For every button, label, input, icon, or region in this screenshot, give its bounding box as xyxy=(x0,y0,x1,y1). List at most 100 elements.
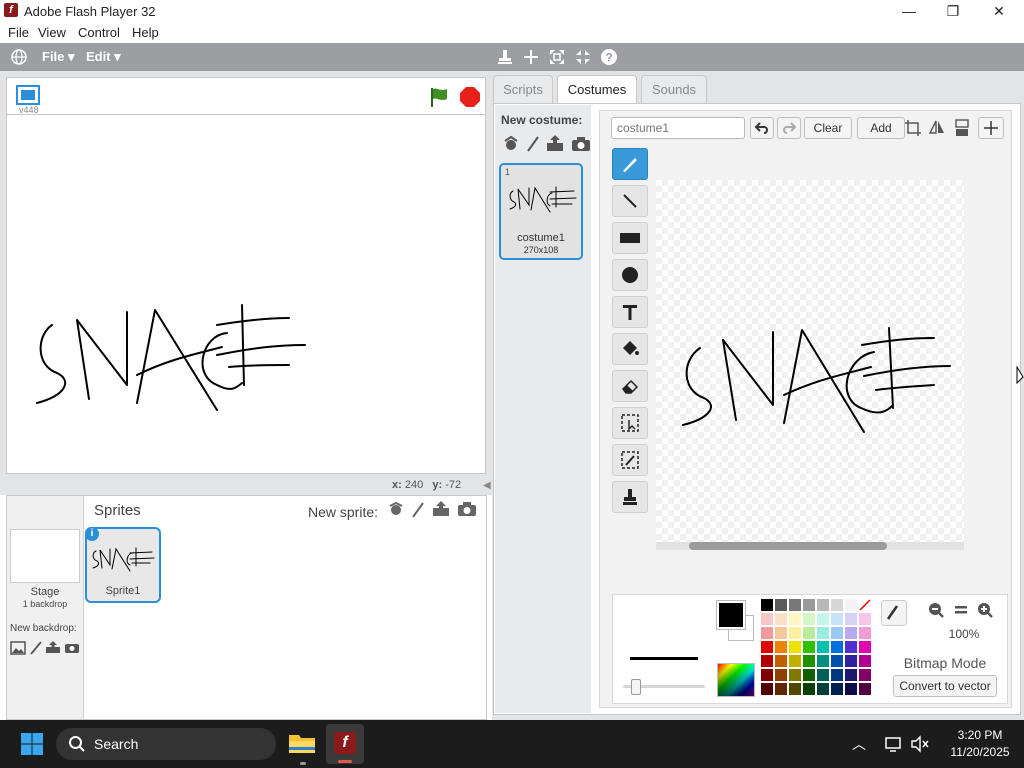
color-swatch[interactable] xyxy=(831,655,843,667)
color-swatch[interactable] xyxy=(831,613,843,625)
minimize-button[interactable]: — xyxy=(886,0,932,22)
color-swatch[interactable] xyxy=(803,683,815,695)
windows-start-icon[interactable] xyxy=(20,732,44,756)
eyedropper-button[interactable] xyxy=(881,600,907,626)
color-swatch[interactable] xyxy=(845,655,857,667)
color-swatch[interactable] xyxy=(803,599,815,611)
paint-backdrop-icon[interactable] xyxy=(29,641,43,655)
color-swatch[interactable] xyxy=(845,683,857,695)
sprite-info-icon[interactable]: i xyxy=(85,527,99,541)
color-swatch[interactable] xyxy=(775,599,787,611)
paint-new-sprite-icon[interactable] xyxy=(409,501,427,519)
color-swatch[interactable] xyxy=(775,669,787,681)
color-swatch[interactable] xyxy=(831,599,843,611)
flip-vertical-icon[interactable] xyxy=(952,119,972,137)
green-flag-icon[interactable] xyxy=(427,85,451,109)
color-swatch[interactable] xyxy=(775,627,787,639)
color-swatch[interactable] xyxy=(789,627,801,639)
color-picker-spectrum[interactable] xyxy=(717,663,755,697)
costume-item[interactable]: 1 costume1 270x108 xyxy=(499,163,583,260)
upload-costume-icon[interactable] xyxy=(545,134,565,152)
camera-sprite-icon[interactable] xyxy=(457,501,477,517)
clear-button[interactable]: Clear xyxy=(804,117,852,139)
taskbar-search-box[interactable]: Search xyxy=(56,728,276,760)
sprite-library-icon[interactable] xyxy=(387,501,405,519)
color-swatch[interactable] xyxy=(789,669,801,681)
color-swatch[interactable] xyxy=(817,627,829,639)
zoom-in-icon[interactable] xyxy=(976,601,994,619)
color-swatch[interactable] xyxy=(817,655,829,667)
color-swatch[interactable] xyxy=(761,613,773,625)
stamp-tool[interactable] xyxy=(612,481,648,513)
color-swatch[interactable] xyxy=(789,641,801,653)
flip-horizontal-icon[interactable] xyxy=(928,119,946,137)
color-swatch[interactable] xyxy=(817,613,829,625)
shrink-icon[interactable] xyxy=(574,48,592,66)
upload-sprite-icon[interactable] xyxy=(431,500,451,518)
menu-help[interactable]: Help xyxy=(132,25,159,40)
stop-sign-icon[interactable] xyxy=(459,86,481,108)
color-swatch[interactable] xyxy=(859,655,871,667)
color-swatch[interactable] xyxy=(845,613,857,625)
color-swatch[interactable] xyxy=(845,599,857,611)
rectangle-tool[interactable] xyxy=(612,222,648,254)
color-swatch[interactable] xyxy=(845,641,857,653)
scratch-file-menu[interactable]: File ▾ xyxy=(42,49,75,65)
zoom-out-icon[interactable] xyxy=(927,601,945,619)
convert-to-vector-button[interactable]: Convert to vector xyxy=(893,675,997,697)
crop-icon[interactable] xyxy=(904,119,922,137)
color-swatch[interactable] xyxy=(803,669,815,681)
eraser-tool[interactable] xyxy=(612,370,648,402)
paint-canvas[interactable] xyxy=(656,180,964,544)
add-button[interactable]: Add xyxy=(857,117,905,139)
set-center-button[interactable] xyxy=(978,117,1004,139)
color-swatch[interactable] xyxy=(817,641,829,653)
tab-costumes[interactable]: Costumes xyxy=(557,75,637,104)
color-swatch[interactable] xyxy=(831,627,843,639)
primary-color-swatch[interactable] xyxy=(716,600,746,630)
brush-tool[interactable] xyxy=(612,148,648,180)
cut-scissors-icon[interactable] xyxy=(522,48,540,66)
clock-date[interactable]: 11/20/2025 xyxy=(940,745,1020,759)
line-tool[interactable] xyxy=(612,185,648,217)
color-swatch[interactable] xyxy=(845,627,857,639)
help-question-icon[interactable]: ? xyxy=(600,48,618,66)
color-swatch[interactable] xyxy=(859,669,871,681)
canvas-scroll-thumb[interactable] xyxy=(689,542,887,550)
redo-button[interactable] xyxy=(777,117,801,139)
camera-backdrop-icon[interactable] xyxy=(64,641,80,654)
stage-thumbnail[interactable] xyxy=(10,529,80,583)
line-width-slider-thumb[interactable] xyxy=(631,679,641,695)
tab-scripts[interactable]: Scripts xyxy=(493,75,553,103)
flash-taskbar-button[interactable]: f xyxy=(326,724,364,764)
duplicate-stamp-icon[interactable] xyxy=(496,48,514,66)
color-swatch[interactable] xyxy=(831,669,843,681)
color-swatch[interactable] xyxy=(775,613,787,625)
ellipse-tool[interactable] xyxy=(612,259,648,291)
show-hidden-icons-chevron-icon[interactable]: ︿ xyxy=(852,734,866,754)
color-swatch[interactable] xyxy=(803,655,815,667)
file-explorer-icon[interactable] xyxy=(288,731,316,755)
color-swatch[interactable] xyxy=(859,627,871,639)
zoom-reset-icon[interactable] xyxy=(952,601,970,619)
volume-muted-icon[interactable] xyxy=(910,735,930,753)
collapse-stage-arrow-icon[interactable]: ◀ xyxy=(483,480,491,491)
text-tool[interactable] xyxy=(612,296,648,328)
color-swatch[interactable] xyxy=(859,613,871,625)
costume-name-input[interactable] xyxy=(611,117,745,139)
maximize-button[interactable]: ❐ xyxy=(930,0,976,22)
color-swatch[interactable] xyxy=(775,655,787,667)
color-swatch[interactable] xyxy=(803,613,815,625)
color-swatch[interactable] xyxy=(831,641,843,653)
color-swatch[interactable] xyxy=(831,683,843,695)
close-button[interactable]: ✕ xyxy=(976,0,1022,22)
color-swatch[interactable] xyxy=(817,683,829,695)
undo-button[interactable] xyxy=(750,117,774,139)
select-tool[interactable] xyxy=(612,407,648,439)
menu-control[interactable]: Control xyxy=(78,25,120,40)
color-swatch[interactable] xyxy=(761,641,773,653)
fill-tool[interactable] xyxy=(612,333,648,365)
color-swatch[interactable] xyxy=(789,599,801,611)
color-swatch[interactable] xyxy=(859,641,871,653)
camera-costume-icon[interactable] xyxy=(571,136,591,152)
